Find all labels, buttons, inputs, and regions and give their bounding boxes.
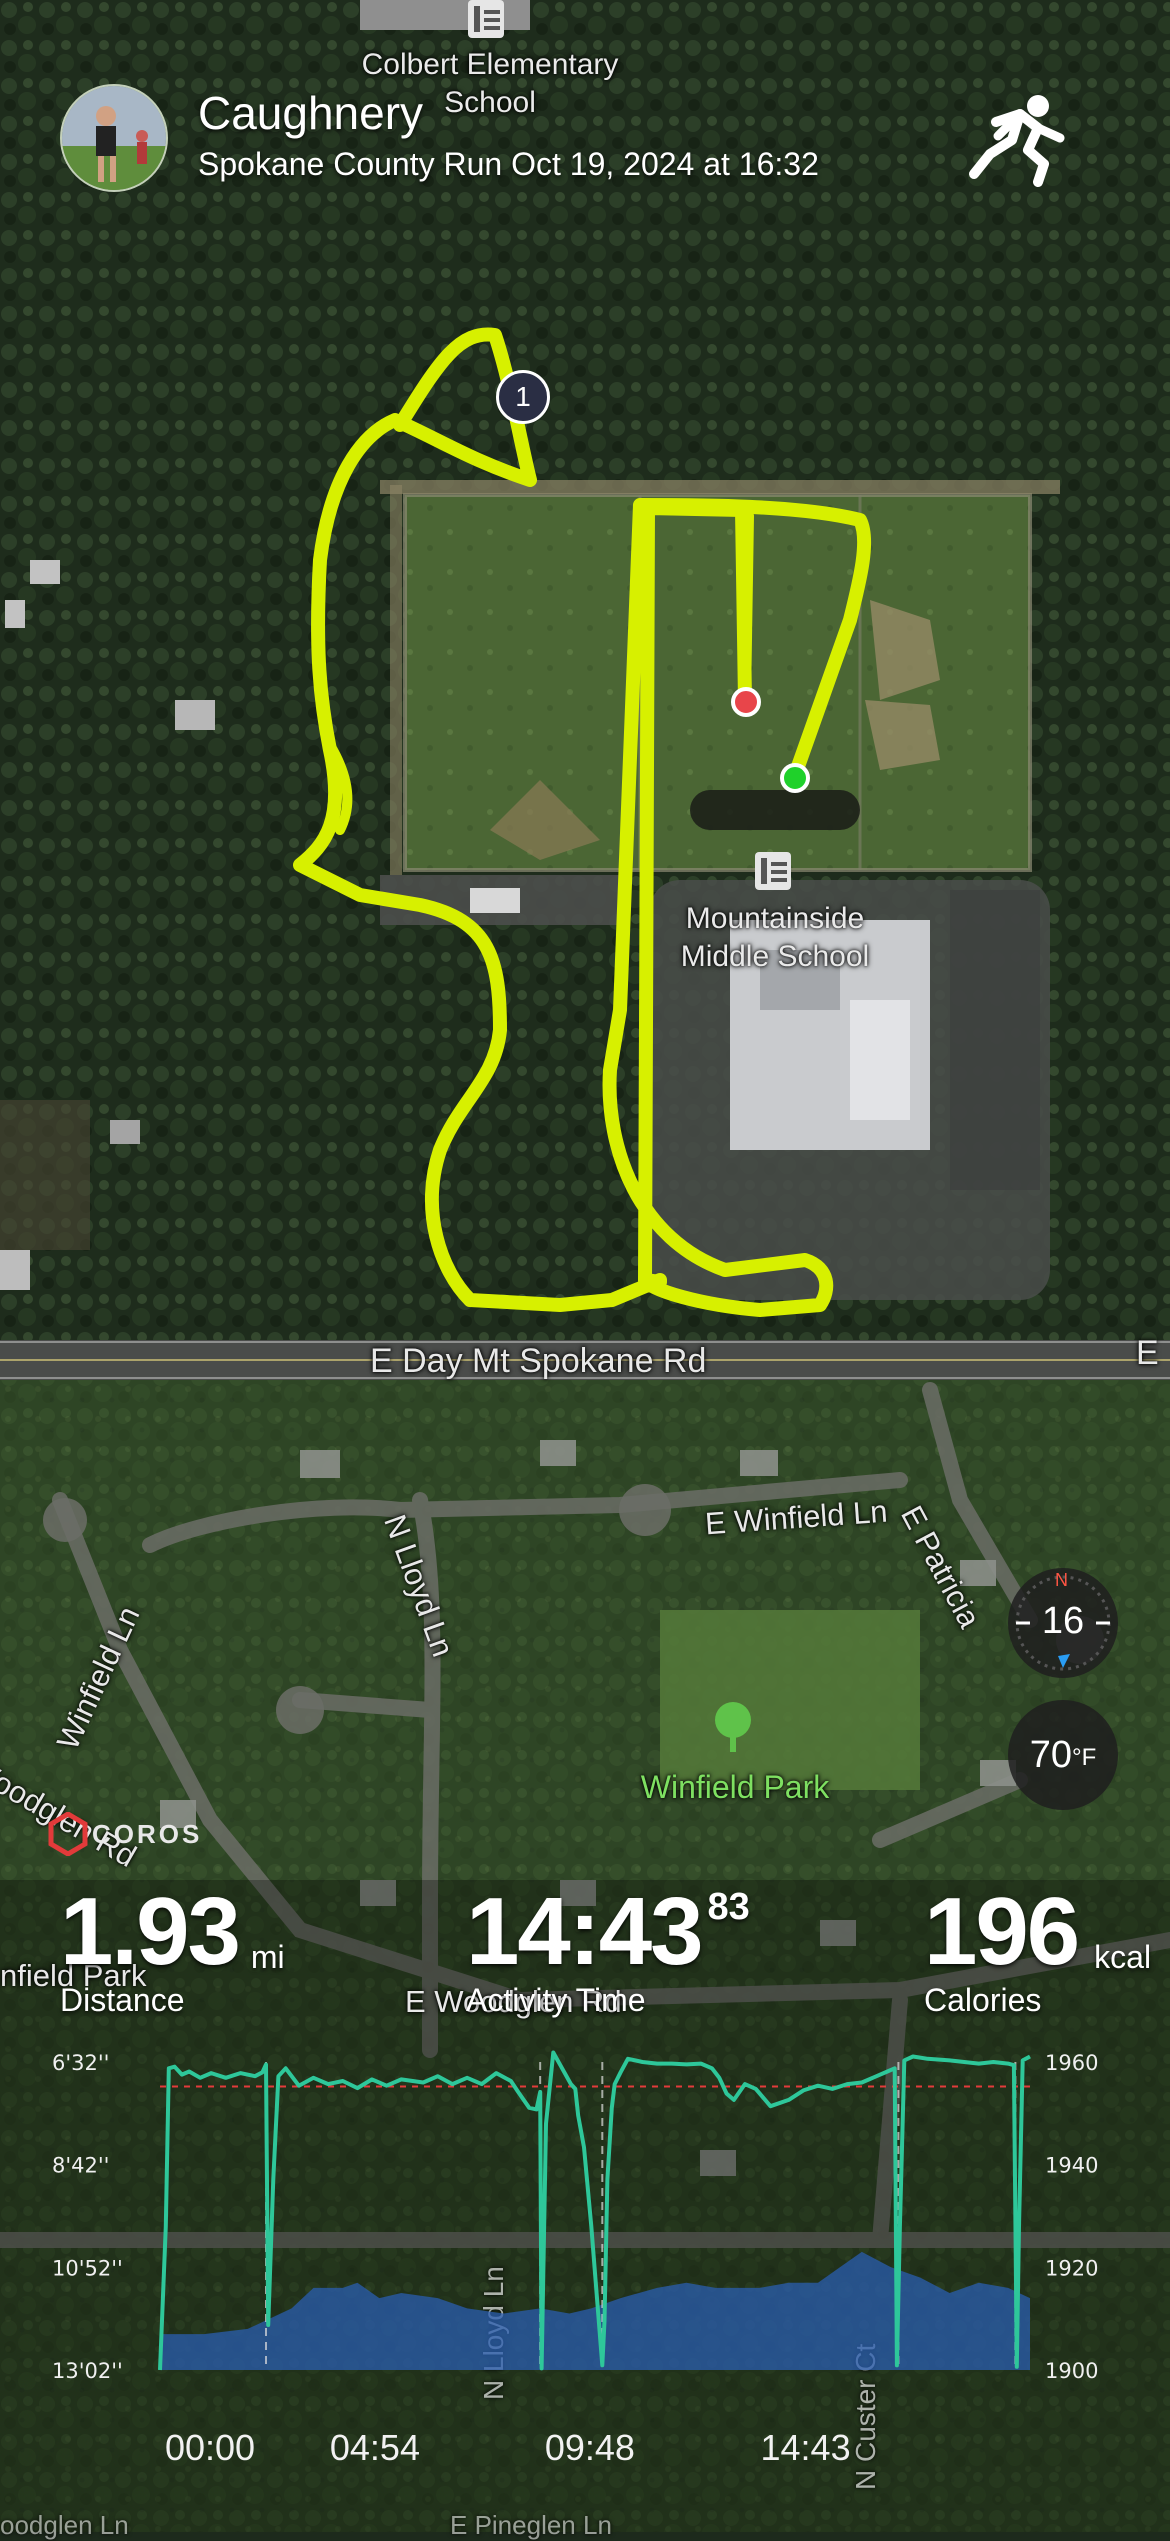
- road-label-day-mt-spokane-end: E: [1136, 1334, 1159, 1372]
- map-label-colbert-school: Colbert Elementary School: [361, 48, 619, 119]
- stat-distance: 1.93 mi Distance: [60, 1884, 285, 2019]
- compass-value: 16: [1041, 1600, 1085, 1642]
- pace-axis-tick-label: 13'02'': [52, 2359, 123, 2383]
- calories-unit: kcal: [1094, 1939, 1152, 1975]
- distance-unit: mi: [250, 1939, 285, 1975]
- time-value: 14:43: [466, 1878, 704, 1985]
- stat-activity-time: 14:43 83 Activity Time: [466, 1884, 750, 2019]
- road-label-day-mt-spokane: E Day Mt Spokane Rd: [370, 1342, 707, 1380]
- elevation-axis-tick-label: 1920: [1045, 2256, 1098, 2280]
- school-icon: [755, 852, 791, 890]
- map-label-winfield-park: Winfield Park: [640, 1769, 830, 1805]
- time-axis-tick-label: 00:00: [165, 2427, 255, 2468]
- temperature-unit: °F: [1072, 1744, 1097, 1771]
- pace-axis-tick-label: 8'42'': [52, 2154, 109, 2178]
- coros-hexagon-icon: [48, 1812, 88, 1856]
- distance-label: Distance: [60, 1982, 185, 2018]
- pace-elevation-chart[interactable]: 6'32'' 8'42'' 10'52'' 13'02'' 1960 1940 1920 19…: [0, 2020, 1170, 2520]
- temperature-widget[interactable]: 70 °F: [1008, 1700, 1118, 1810]
- avatar-photo: [62, 86, 166, 190]
- avatar[interactable]: [60, 84, 168, 192]
- pace-axis-tick-label: 10'52'': [52, 2256, 123, 2280]
- time-axis-tick-label: 04:54: [330, 2427, 420, 2468]
- temperature-value: 70: [1029, 1733, 1072, 1776]
- pace-axis-tick-label: 6'32'': [52, 2051, 109, 2075]
- brand-logo: COROS: [48, 1812, 202, 1856]
- stat-calories: 196 kcal Calories: [924, 1884, 1151, 2019]
- map-label-mountainside-school: Mountainside Middle School: [680, 902, 870, 973]
- route-end-marker[interactable]: [731, 687, 761, 717]
- elevation-axis-tick-label: 1960: [1045, 2051, 1098, 2075]
- time-label: Activity Time: [466, 1982, 646, 2018]
- compass-widget[interactable]: N 16: [1008, 1568, 1118, 1678]
- time-fraction: 83: [707, 1886, 750, 1928]
- lap-marker[interactable]: 1: [496, 370, 550, 424]
- time-axis-tick-label: 09:48: [545, 2427, 635, 2468]
- distance-value: 1.93: [60, 1878, 241, 1985]
- time-axis-tick-label: 14:43: [761, 2427, 851, 2468]
- calories-value: 196: [924, 1878, 1080, 1985]
- route-start-marker[interactable]: [780, 763, 810, 793]
- activity-subtitle: Spokane County Run Oct 19, 2024 at 16:32: [198, 146, 819, 182]
- lap-marker-label: 1: [515, 381, 531, 412]
- running-person-icon[interactable]: [968, 92, 1068, 188]
- calories-label: Calories: [924, 1982, 1042, 2018]
- compass-north: N: [1055, 1570, 1068, 1590]
- elevation-axis-tick-label: 1900: [1045, 2359, 1098, 2383]
- elevation-axis-tick-label: 1940: [1045, 2154, 1098, 2178]
- brand-name: COROS: [92, 1818, 203, 1849]
